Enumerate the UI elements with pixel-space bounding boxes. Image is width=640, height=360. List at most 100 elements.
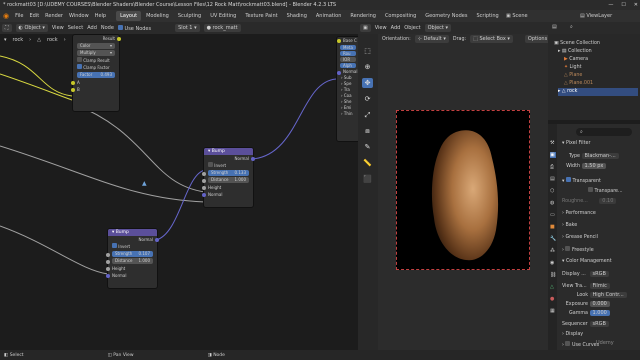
bsdf-thin-film-panel[interactable]: › Thin [337, 111, 358, 117]
object-mode-select[interactable]: ◐ Object ▾ [15, 24, 48, 32]
particles-tab-icon[interactable]: ⁂ [550, 248, 555, 254]
properties-search[interactable]: ⌕ [576, 128, 632, 136]
filter-width-field[interactable]: 1.50 px [581, 163, 607, 169]
material-tab-icon[interactable]: ● [550, 296, 554, 302]
use-nodes-checkbox[interactable] [117, 24, 123, 30]
bump-1-distance-socket[interactable] [202, 178, 206, 183]
outliner-item-plane-001[interactable]: △ Plane.001 [564, 80, 638, 88]
scene-selector[interactable]: ▣ Scene [506, 13, 528, 19]
maximize-icon[interactable]: ☐ [621, 0, 625, 10]
bump-1-normal-in-socket[interactable] [202, 192, 206, 197]
bump-2-strength-socket[interactable] [106, 252, 110, 257]
bump-2-normal-out-socket[interactable] [155, 237, 159, 242]
bump-1-strength-slider[interactable]: Strength 0.133 [202, 170, 249, 176]
bsdf-metallic-field[interactable]: Meta [340, 45, 356, 50]
view-layer-tab-icon[interactable]: ▤ [550, 176, 555, 182]
outliner-scene-collection[interactable]: ▣ Scene Collection [554, 40, 638, 48]
outliner-search-icon[interactable]: ⌕ [570, 24, 573, 30]
bump-2-distance-socket[interactable] [106, 259, 110, 264]
transparent-checkbox[interactable] [565, 177, 571, 182]
world-tab-icon[interactable]: ◍ [550, 200, 554, 206]
outliner-item-light[interactable]: ✦ Light [564, 64, 638, 72]
close-icon[interactable]: ✕ [634, 0, 638, 10]
bsdf-normal-socket[interactable] [337, 70, 341, 75]
bump-2-invert-checkbox[interactable] [112, 243, 117, 248]
node-canvas[interactable]: ▾ rock › △ rock › ● rock_matt Result Col… [0, 34, 358, 350]
bsdf-base-color-socket[interactable] [337, 38, 341, 43]
3d-viewport[interactable]: Orientation: ⊹ Default ▾ Drag: ⬚ Select … [378, 34, 555, 350]
bump-2-invert-row[interactable]: Invert [108, 243, 157, 250]
menu-help[interactable]: Help [95, 13, 106, 19]
bump-node-1[interactable]: ▾ Bump Normal Invert Strength 0.133 Dista… [202, 147, 255, 208]
mix-b-socket[interactable] [71, 87, 75, 92]
grease-pencil-panel[interactable]: › Grease Pencil [562, 234, 638, 242]
mix-blend-select[interactable]: Multiply ▾ [77, 50, 115, 56]
clamp-result-checkbox[interactable] [77, 57, 82, 62]
bump-1-strength-socket[interactable] [202, 171, 206, 176]
minimize-icon[interactable]: — [608, 0, 613, 10]
outliner-item-collection[interactable]: ▸ ▤ Collection [558, 48, 638, 56]
mix-node[interactable]: Result Color ▾ Multiply ▾ Clamp Result Cla… [71, 34, 121, 112]
display-device-select[interactable]: sRGB [589, 271, 609, 277]
sequencer-select[interactable]: sRGB [589, 321, 609, 327]
viewport-shading-select[interactable]: Object ▾ [424, 24, 451, 32]
material-select[interactable]: ● rock_matt [203, 24, 241, 32]
drag-select[interactable]: ⬚ Select Box ▾ [470, 35, 513, 43]
tab-rendering[interactable]: Rendering [346, 11, 380, 21]
blender-logo-icon[interactable]: ◉ [3, 12, 9, 20]
clamp-factor-checkbox[interactable] [77, 64, 82, 69]
collection-tab-icon[interactable]: ▭ [550, 212, 555, 218]
bake-panel[interactable]: › Bake [562, 222, 638, 230]
viewport-menu-add[interactable]: Add [391, 25, 401, 31]
texture-tab-icon[interactable]: ▦ [550, 308, 555, 314]
transparent-glass-row[interactable]: Transpare... [588, 187, 638, 195]
tab-modeling[interactable]: Modeling [142, 11, 173, 21]
tab-texture-paint[interactable]: Texture Paint [241, 11, 281, 21]
bsdf-ior-field[interactable]: IOR [340, 57, 356, 62]
move-tool-icon[interactable]: ✥ [362, 78, 373, 88]
object-tab-icon[interactable]: ■ [550, 224, 555, 230]
tab-scripting[interactable]: Scripting [472, 11, 502, 21]
bump-2-distance-field[interactable]: Distance 1.000 [106, 258, 153, 264]
filter-type-select[interactable]: Blackman-... [581, 153, 619, 159]
bump-1-distance-field[interactable]: Distance 1.000 [202, 177, 249, 183]
scale-tool-icon[interactable]: ⤢ [362, 110, 373, 120]
clamp-result-row[interactable]: Clamp Result [73, 57, 119, 64]
tab-shading[interactable]: Shading [283, 11, 311, 21]
mix-data-type-select[interactable]: Color ▾ [77, 43, 115, 49]
bump-1-invert-checkbox[interactable] [208, 162, 213, 167]
annotate-tool-icon[interactable]: ✎ [362, 142, 373, 152]
outliner-item-rock[interactable]: ▸ △ rock [558, 88, 638, 96]
bump-2-header[interactable]: ▾ Bump [108, 229, 157, 236]
mix-a-socket[interactable] [71, 80, 75, 85]
data-tab-icon[interactable]: △ [550, 284, 554, 290]
use-nodes-toggle[interactable]: Use Nodes [117, 24, 151, 32]
exposure-field[interactable]: 0.000 [589, 301, 610, 307]
menu-edit[interactable]: Edit [29, 13, 39, 19]
tab-animation[interactable]: Animation [312, 11, 346, 21]
viewport-editor-type-button[interactable]: ▣ [360, 24, 371, 32]
cursor-tool-icon[interactable]: ⊕ [362, 62, 373, 72]
gamma-field[interactable]: 1.000 [589, 310, 610, 316]
tab-compositing[interactable]: Compositing [381, 11, 420, 21]
display-subpanel[interactable]: › Display [562, 331, 638, 339]
freestyle-panel[interactable]: › Freestyle [562, 246, 638, 254]
outliner-filter-icon[interactable]: ▤ [552, 24, 557, 30]
transform-tool-icon[interactable]: ⧈ [362, 126, 373, 136]
transparent-glass-checkbox[interactable] [588, 187, 593, 192]
menu-file[interactable]: File [15, 13, 23, 19]
menu-window[interactable]: Window [69, 13, 89, 19]
add-cube-tool-icon[interactable]: ⬛ [362, 174, 373, 184]
view-layer-selector[interactable]: ▤ ViewLayer [580, 13, 612, 19]
rotate-tool-icon[interactable]: ⟳ [362, 94, 373, 104]
bump-2-strength-slider[interactable]: Strength 0.107 [106, 251, 153, 257]
bsdf-roughness-field[interactable]: Rou [340, 51, 356, 56]
use-curves-checkbox[interactable] [565, 341, 571, 346]
rock-render[interactable] [426, 126, 506, 266]
menu-view[interactable]: View [52, 25, 64, 31]
tool-tab-icon[interactable]: ⚒ [550, 140, 554, 146]
measure-tool-icon[interactable]: 📏 [362, 158, 373, 168]
viewport-menu-view[interactable]: View [375, 25, 387, 31]
tab-geometry-nodes[interactable]: Geometry Nodes [421, 11, 471, 21]
bsdf-alpha-field[interactable]: Alph [340, 63, 356, 68]
